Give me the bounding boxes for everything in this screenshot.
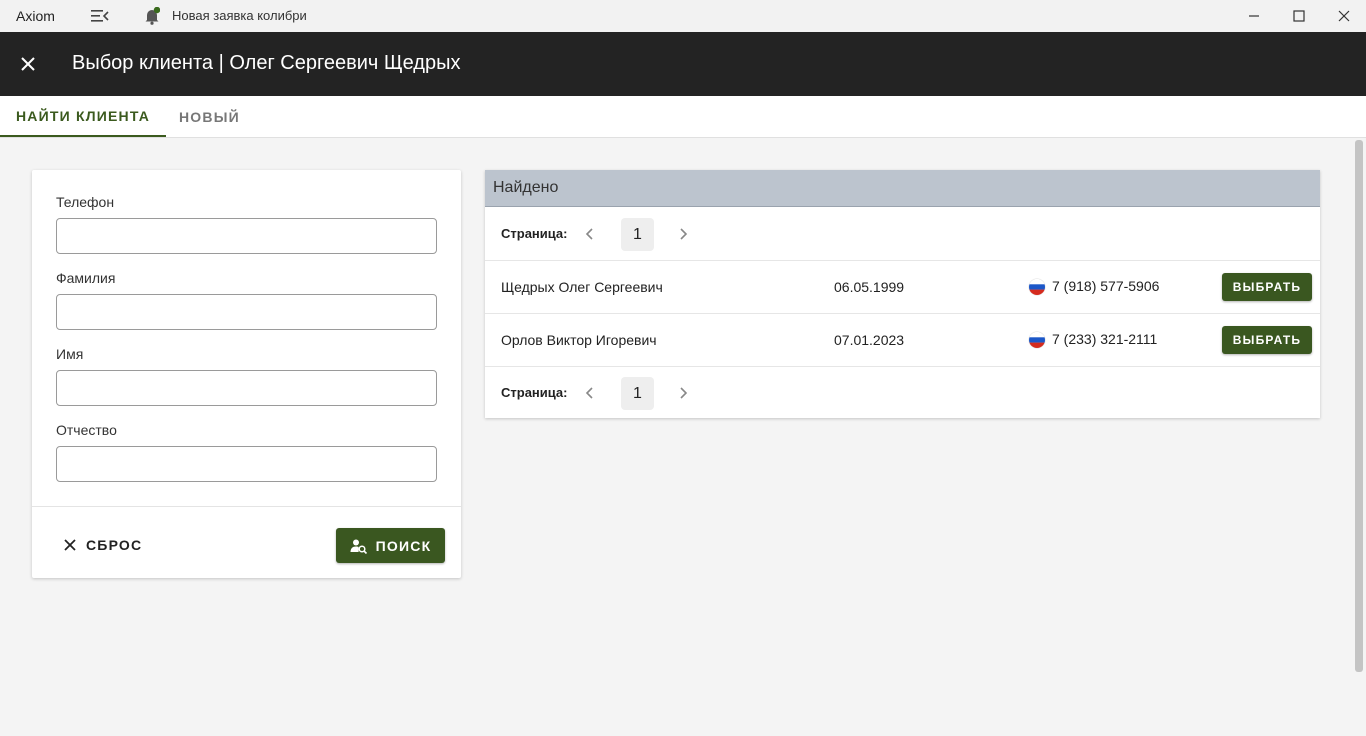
pager-label: Страница: [501,226,568,241]
client-name: Орлов Виктор Игоревич [501,332,657,348]
select-client-button[interactable]: ВЫБРАТЬ [1222,273,1312,301]
window-titlebar: Axiom Новая заявка колибри [0,0,1366,32]
person-search-icon [350,539,367,554]
maximize-icon [1293,10,1305,22]
close-dialog-button[interactable] [14,50,42,78]
reset-button-label: СБРОС [86,537,143,553]
card-divider [32,506,461,507]
results-panel: Найдено Страница: 1 Щедрых Олег Сергееви… [485,170,1320,418]
russia-flag-icon [1029,332,1045,348]
close-icon [64,539,76,551]
results-header: Найдено [485,170,1320,207]
pager-page-number[interactable]: 1 [621,377,654,410]
pager-prev-button[interactable] [581,383,597,403]
chevron-right-icon [680,228,688,240]
tab-new-client[interactable]: НОВЫЙ [163,96,256,137]
chevron-left-icon [585,387,593,399]
window-close-icon [1338,10,1350,22]
table-row: Орлов Виктор Игоревич 07.01.2023 7 (233)… [485,313,1320,366]
first-name-label: Имя [56,346,84,362]
vertical-scrollbar[interactable] [1355,140,1363,672]
surname-input[interactable] [56,294,437,330]
notification-text[interactable]: Новая заявка колибри [172,8,307,23]
client-phone: 7 (918) 577-5906 [1052,278,1160,294]
first-name-input[interactable] [56,370,437,406]
pager-page-number[interactable]: 1 [621,218,654,251]
patronymic-label: Отчество [56,422,117,438]
window-close-button[interactable] [1322,0,1366,32]
select-client-button[interactable]: ВЫБРАТЬ [1222,326,1312,354]
search-button-label: ПОИСК [375,537,432,554]
pager-next-button[interactable] [676,383,692,403]
minimize-button[interactable] [1232,0,1276,32]
client-phone: 7 (233) 321-2111 [1052,331,1158,347]
pager-bottom: Страница: 1 [485,366,1320,418]
bell-icon[interactable] [144,6,161,25]
dialog-header: Выбор клиента | Олег Сергеевич Щедрых [0,32,1366,96]
surname-label: Фамилия [56,270,116,286]
russia-flag-icon [1029,279,1045,295]
maximize-button[interactable] [1277,0,1321,32]
pager-prev-button[interactable] [581,224,597,244]
pager-top: Страница: 1 [485,208,1320,260]
menu-collapse-icon[interactable] [90,8,110,24]
app-name: Axiom [16,8,55,24]
tab-find-client[interactable]: НАЙТИ КЛИЕНТА [0,96,167,137]
close-icon [21,57,35,71]
tab-bar: НАЙТИ КЛИЕНТА НОВЫЙ [0,96,1366,138]
search-button[interactable]: ПОИСК [336,528,445,563]
chevron-left-icon [585,228,593,240]
reset-button[interactable]: СБРОС [56,528,150,562]
pager-label: Страница: [501,385,568,400]
client-name: Щедрых Олег Сергеевич [501,279,663,295]
table-row: Щедрых Олег Сергеевич 06.05.1999 7 (918)… [485,260,1320,313]
page-title: Выбор клиента | Олег Сергеевич Щедрых [72,52,461,74]
pager-next-button[interactable] [676,224,692,244]
patronymic-input[interactable] [56,446,437,482]
minimize-icon [1249,15,1259,17]
chevron-right-icon [680,387,688,399]
phone-label: Телефон [56,194,115,210]
phone-input[interactable] [56,218,437,254]
client-birth-date: 06.05.1999 [834,279,905,295]
search-form-card: Телефон Фамилия Имя Отчество СБРОС ПОИСК [32,170,461,578]
client-birth-date: 07.01.2023 [834,332,905,348]
results-title: Найдено [493,179,559,196]
